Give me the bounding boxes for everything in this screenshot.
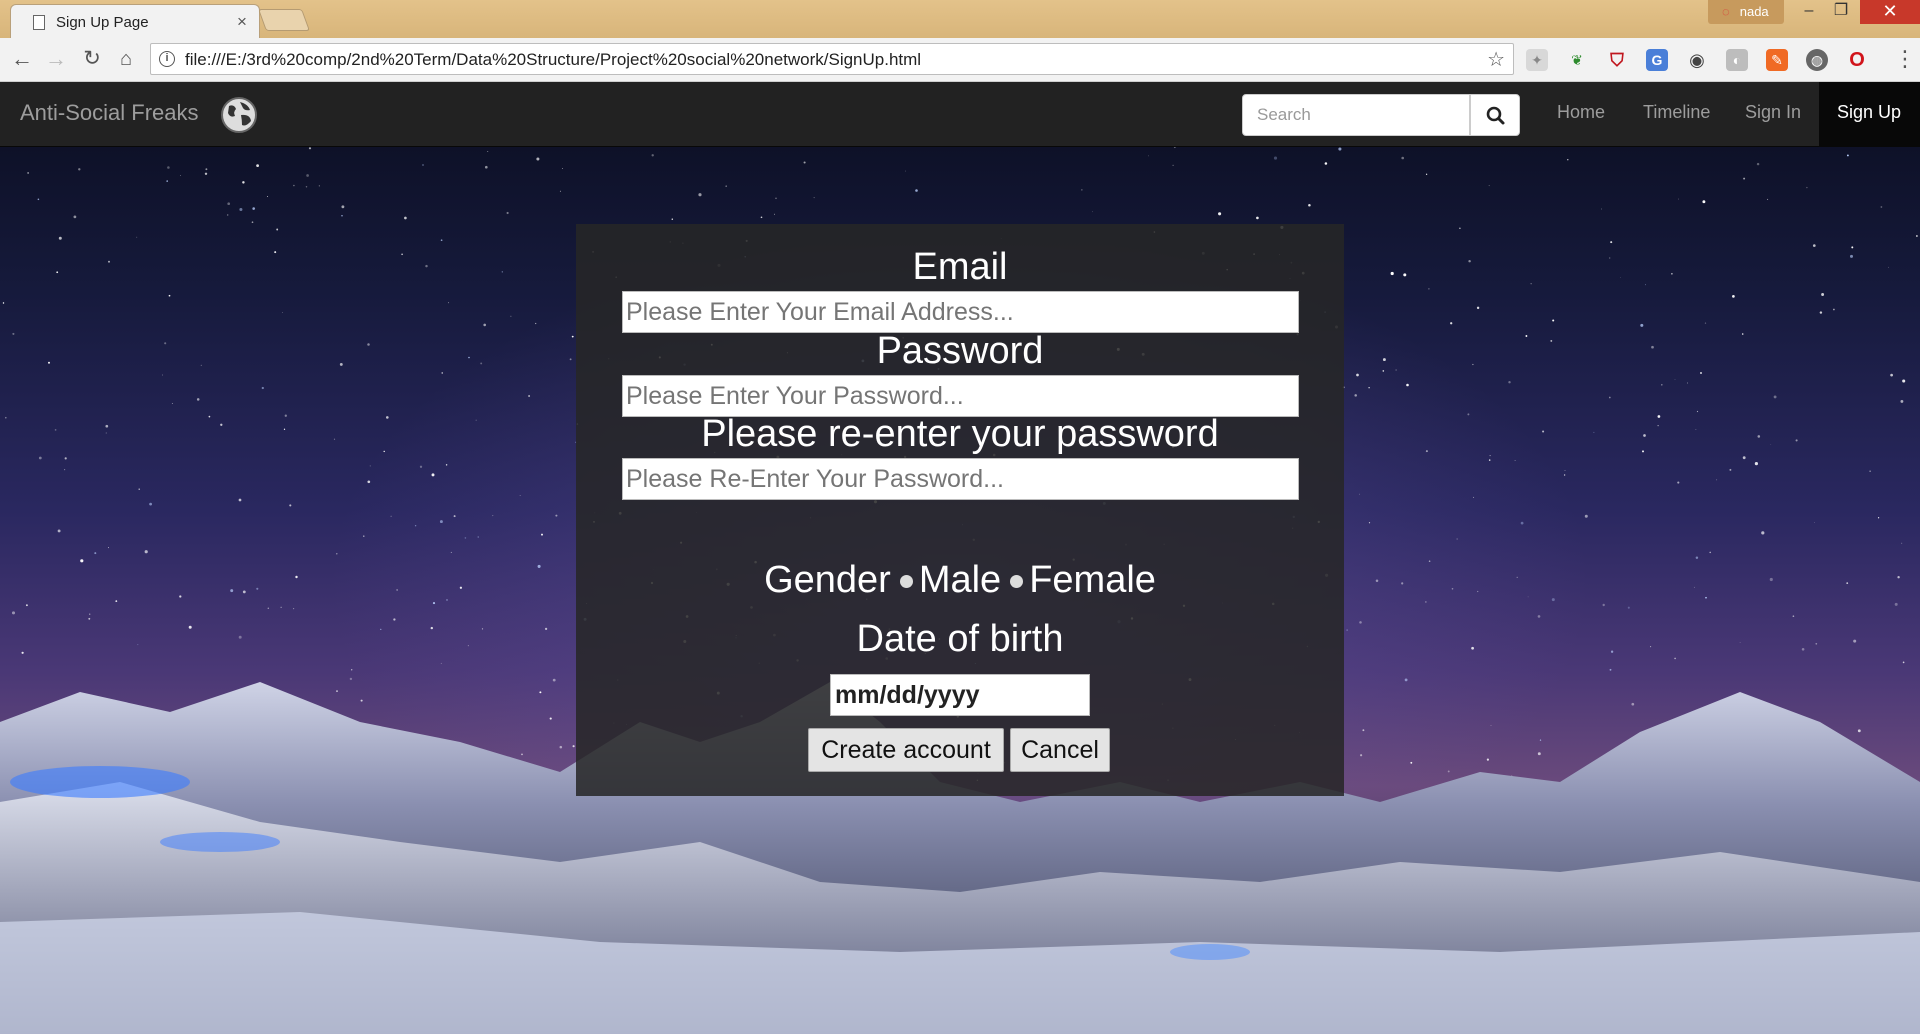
ublock-icon[interactable]: ⛉ xyxy=(1606,49,1628,71)
dob-input[interactable] xyxy=(830,674,1090,716)
nav-timeline-link[interactable]: Timeline xyxy=(1643,102,1710,123)
search-input[interactable] xyxy=(1242,94,1470,136)
reload-icon[interactable]: ↻ xyxy=(78,46,106,74)
nav-home-link[interactable]: Home xyxy=(1557,102,1605,123)
new-tab-button[interactable] xyxy=(257,9,311,31)
male-label: Male xyxy=(918,559,1002,601)
address-bar[interactable]: i file:///E:/3rd%20comp/2nd%20Term/Data%… xyxy=(150,43,1514,75)
eye-icon[interactable]: ◉ xyxy=(1686,49,1708,71)
site-navbar: Anti-Social Freaks Home Timeline Sign In… xyxy=(0,82,1920,147)
brand-link[interactable]: Anti-Social Freaks xyxy=(20,100,199,126)
profile-button[interactable]: ◌ nada xyxy=(1708,0,1784,24)
female-radio[interactable] xyxy=(1010,575,1024,589)
document-icon xyxy=(33,15,45,30)
profile-icon: ◌ xyxy=(1722,4,1730,19)
email-label: Email xyxy=(912,246,1008,288)
nav-signin-link[interactable]: Sign In xyxy=(1745,102,1801,123)
create-account-button[interactable]: Create account xyxy=(808,728,1004,772)
opera-icon[interactable]: O xyxy=(1846,49,1868,71)
url-text[interactable]: file:///E:/3rd%20comp/2nd%20Term/Data%20… xyxy=(185,50,921,70)
browser-menu-icon[interactable]: ⋮ xyxy=(1894,46,1916,72)
search-icon xyxy=(1486,106,1505,125)
translate-icon[interactable]: ✦ xyxy=(1526,49,1548,71)
browser-titlebar: Sign Up Page × ◌ nada – ❐ ✕ xyxy=(0,0,1920,38)
profile-name: nada xyxy=(1739,4,1769,19)
back-arrow-icon[interactable]: ← xyxy=(8,46,36,74)
email-field[interactable] xyxy=(622,291,1299,333)
globe-ext-icon[interactable]: ◍ xyxy=(1806,49,1828,71)
globe-icon[interactable] xyxy=(220,96,258,134)
tab-title: Sign Up Page xyxy=(56,14,149,31)
home-icon[interactable]: ⌂ xyxy=(112,46,140,74)
info-icon[interactable]: i xyxy=(159,51,175,67)
browser-tab[interactable]: Sign Up Page × xyxy=(10,4,260,38)
password-label: Password xyxy=(876,330,1044,372)
paint-icon[interactable]: ✎ xyxy=(1766,49,1788,71)
page-viewport: Anti-Social Freaks Home Timeline Sign In… xyxy=(0,82,1920,1034)
signup-form-panel: Email Password Please re-enter your pass… xyxy=(576,224,1344,796)
google-translate-icon[interactable]: G xyxy=(1646,49,1668,71)
search-button[interactable] xyxy=(1470,94,1520,136)
browser-toolbar: ← → ↻ ⌂ i file:///E:/3rd%20comp/2nd%20Te… xyxy=(0,38,1920,82)
tab-close-icon[interactable]: × xyxy=(237,12,247,32)
password-field[interactable] xyxy=(622,375,1299,417)
forward-arrow-icon[interactable]: → xyxy=(42,46,70,74)
nav-signup-link[interactable]: Sign Up xyxy=(1837,102,1901,123)
gender-row: Gender Male Female xyxy=(576,559,1344,602)
extension-leaf-icon[interactable]: ❦ xyxy=(1566,49,1588,71)
window-close-button[interactable]: ✕ xyxy=(1860,0,1920,24)
bookmark-star-icon[interactable]: ☆ xyxy=(1487,47,1505,72)
reenter-password-label: Please re-enter your password xyxy=(701,413,1219,455)
nav-signup-item[interactable]: Sign Up xyxy=(1819,82,1920,147)
reenter-password-field[interactable] xyxy=(622,458,1299,500)
gender-label: Gender xyxy=(764,559,891,601)
male-radio[interactable] xyxy=(899,575,913,589)
female-label: Female xyxy=(1029,559,1156,601)
cancel-button[interactable]: Cancel xyxy=(1010,728,1110,772)
grayscale-icon[interactable]: ◐ xyxy=(1726,49,1748,71)
window-maximize-button[interactable]: ❐ xyxy=(1818,0,1864,24)
dob-label: Date of birth xyxy=(856,618,1064,660)
